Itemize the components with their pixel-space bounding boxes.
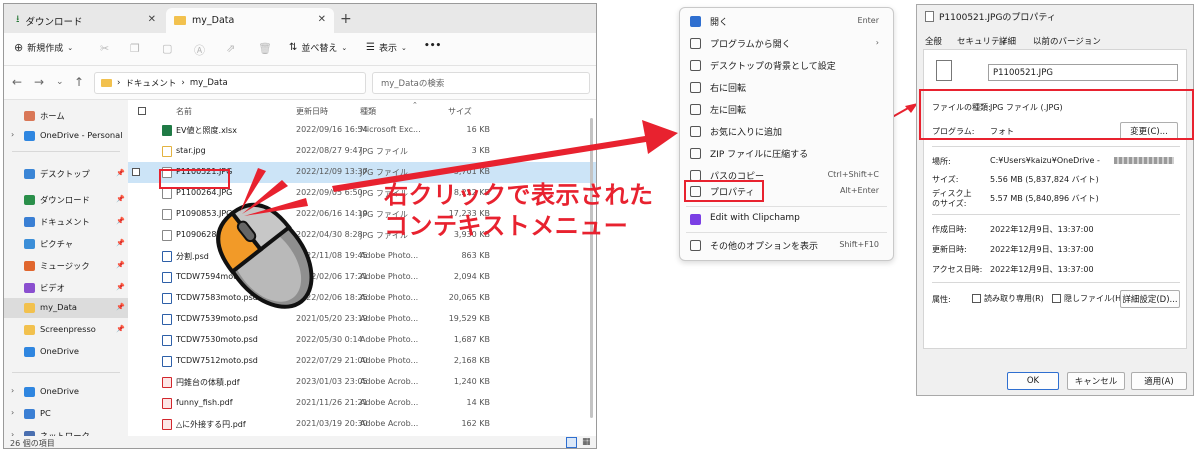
modified-value: 2022年12月9日、13:37:00 bbox=[990, 245, 1094, 254]
callout-line-2: コンテキストメニュー bbox=[384, 212, 629, 240]
menu-item-shortcut: Alt+Enter bbox=[839, 186, 879, 195]
redacted-path bbox=[1114, 157, 1174, 164]
open-icon bbox=[690, 16, 701, 27]
tab-general[interactable]: 全般 bbox=[925, 35, 942, 47]
dialog-title: P1100521.JPGのプロパティ bbox=[939, 12, 1056, 23]
image-file-icon bbox=[925, 10, 934, 22]
hidden-checkbox[interactable]: 隠しファイル(H) bbox=[1052, 293, 1124, 304]
menu-item[interactable]: 左に回転 bbox=[680, 98, 893, 120]
tab-details[interactable]: 詳細 bbox=[999, 35, 1016, 47]
menu-item[interactable]: 開く Enter bbox=[680, 10, 893, 32]
file-type-value: JPG ファイル (.JPG) bbox=[990, 103, 1063, 112]
size-value: 5.56 MB (5,837,824 バイト) bbox=[990, 175, 1099, 184]
created-value: 2022年12月9日、13:37:00 bbox=[990, 225, 1094, 234]
menu-item[interactable]: プロパティ Alt+Enter bbox=[680, 180, 893, 202]
menu-item-shortcut: Enter bbox=[857, 16, 879, 25]
properties-dialog: P1100521.JPGのプロパティ 全般 セキュリティ 詳細 以前のバージョン… bbox=[916, 4, 1194, 396]
attributes-label: 属性: bbox=[932, 295, 951, 304]
change-program-button[interactable]: 変更(C)... bbox=[1120, 122, 1178, 140]
menu-item-label: 右に回転 bbox=[710, 84, 747, 94]
location-label: 場所: bbox=[932, 157, 951, 166]
context-menu: 開く Enter プログラムから開く › デスクトップの背景として設定 右に回転左に回転お… bbox=[679, 7, 894, 261]
menu-separator bbox=[686, 206, 887, 207]
menu-item-shortcut: Shift+F10 bbox=[839, 240, 879, 249]
menu-item-label: 左に回転 bbox=[710, 106, 747, 116]
accessed-value: 2022年12月9日、13:37:00 bbox=[990, 265, 1094, 274]
hidden-label: 隠しファイル(H) bbox=[1064, 294, 1125, 303]
location-value: C:¥Users¥kaizu¥OneDrive - bbox=[990, 156, 1100, 165]
accessed-label: アクセス日時: bbox=[932, 265, 983, 274]
file-icon bbox=[936, 60, 952, 81]
menu-item[interactable]: ZIP ファイルに圧縮する bbox=[680, 142, 893, 164]
file-type-label: ファイルの種類: bbox=[932, 103, 991, 112]
zip-icon bbox=[690, 148, 701, 159]
desktop-icon bbox=[690, 60, 701, 71]
disk-size-label-2: のサイズ: bbox=[932, 199, 967, 208]
menu-item-label: ZIP ファイルに圧縮する bbox=[710, 150, 809, 160]
menu-item-shortcut: Ctrl+Shift+C bbox=[827, 170, 879, 179]
general-tab-panel: P1100521.JPG ファイルの種類: JPG ファイル (.JPG) プロ… bbox=[923, 49, 1187, 349]
menu-item[interactable]: 右に回転 bbox=[680, 76, 893, 98]
modified-label: 更新日時: bbox=[932, 245, 967, 254]
menu-item-label: プログラムから開く bbox=[710, 40, 791, 50]
apps-icon bbox=[690, 38, 701, 49]
menu-item-label: お気に入りに追加 bbox=[710, 128, 783, 138]
menu-item[interactable]: プログラムから開く › bbox=[680, 32, 893, 54]
star-icon bbox=[690, 126, 701, 137]
callout-line-1: 右クリックで表示された bbox=[384, 181, 654, 209]
menu-item[interactable]: デスクトップの背景として設定 bbox=[680, 54, 893, 76]
menu-item[interactable]: Edit with Clipchamp bbox=[680, 208, 893, 230]
menu-item[interactable]: お気に入りに追加 bbox=[680, 120, 893, 142]
menu-item-label: 開く bbox=[710, 18, 729, 28]
wrench-icon bbox=[690, 186, 701, 197]
disk-size-value: 5.57 MB (5,840,896 バイト) bbox=[990, 194, 1099, 203]
clipchamp-icon bbox=[690, 214, 701, 225]
program-label: プログラム: bbox=[932, 127, 975, 136]
size-label: サイズ: bbox=[932, 175, 959, 184]
menu-item-label: Edit with Clipchamp bbox=[710, 213, 800, 223]
readonly-label: 読み取り専用(R) bbox=[984, 294, 1044, 303]
cancel-button[interactable]: キャンセル bbox=[1067, 372, 1125, 390]
readonly-checkbox[interactable]: 読み取り専用(R) bbox=[972, 293, 1044, 304]
apply-button[interactable]: 適用(A) bbox=[1131, 372, 1187, 390]
program-value: フォト bbox=[990, 127, 1014, 136]
more-options-icon bbox=[690, 240, 701, 251]
dialog-title-bar: P1100521.JPGのプロパティ bbox=[917, 5, 1193, 27]
ok-button[interactable]: OK bbox=[1007, 372, 1059, 390]
rotate-right-icon bbox=[690, 82, 701, 93]
rotate-left-icon bbox=[690, 104, 701, 115]
menu-separator bbox=[686, 232, 887, 233]
menu-item[interactable]: その他のオプションを表示 Shift+F10 bbox=[680, 234, 893, 256]
annotation-callout: 右クリックで表示された コンテキストメニュー bbox=[384, 180, 684, 242]
advanced-button[interactable]: 詳細設定(D)... bbox=[1120, 290, 1180, 308]
menu-item-label: デスクトップの背景として設定 bbox=[710, 62, 836, 72]
menu-item-label: プロパティ bbox=[710, 188, 755, 198]
created-label: 作成日時: bbox=[932, 225, 967, 234]
menu-item-label: その他のオプションを表示 bbox=[710, 242, 819, 252]
screenshot-stage: ⭳ ダウンロード ✕ my_Data ✕ + ⊕ 新規作成 ⌄ ✂ ❐ ▢ Ⓐ … bbox=[0, 0, 1200, 453]
filename-field[interactable]: P1100521.JPG bbox=[988, 64, 1178, 81]
tab-previous-versions[interactable]: 以前のバージョン bbox=[1033, 35, 1101, 47]
menu-item-shortcut: › bbox=[875, 38, 879, 47]
